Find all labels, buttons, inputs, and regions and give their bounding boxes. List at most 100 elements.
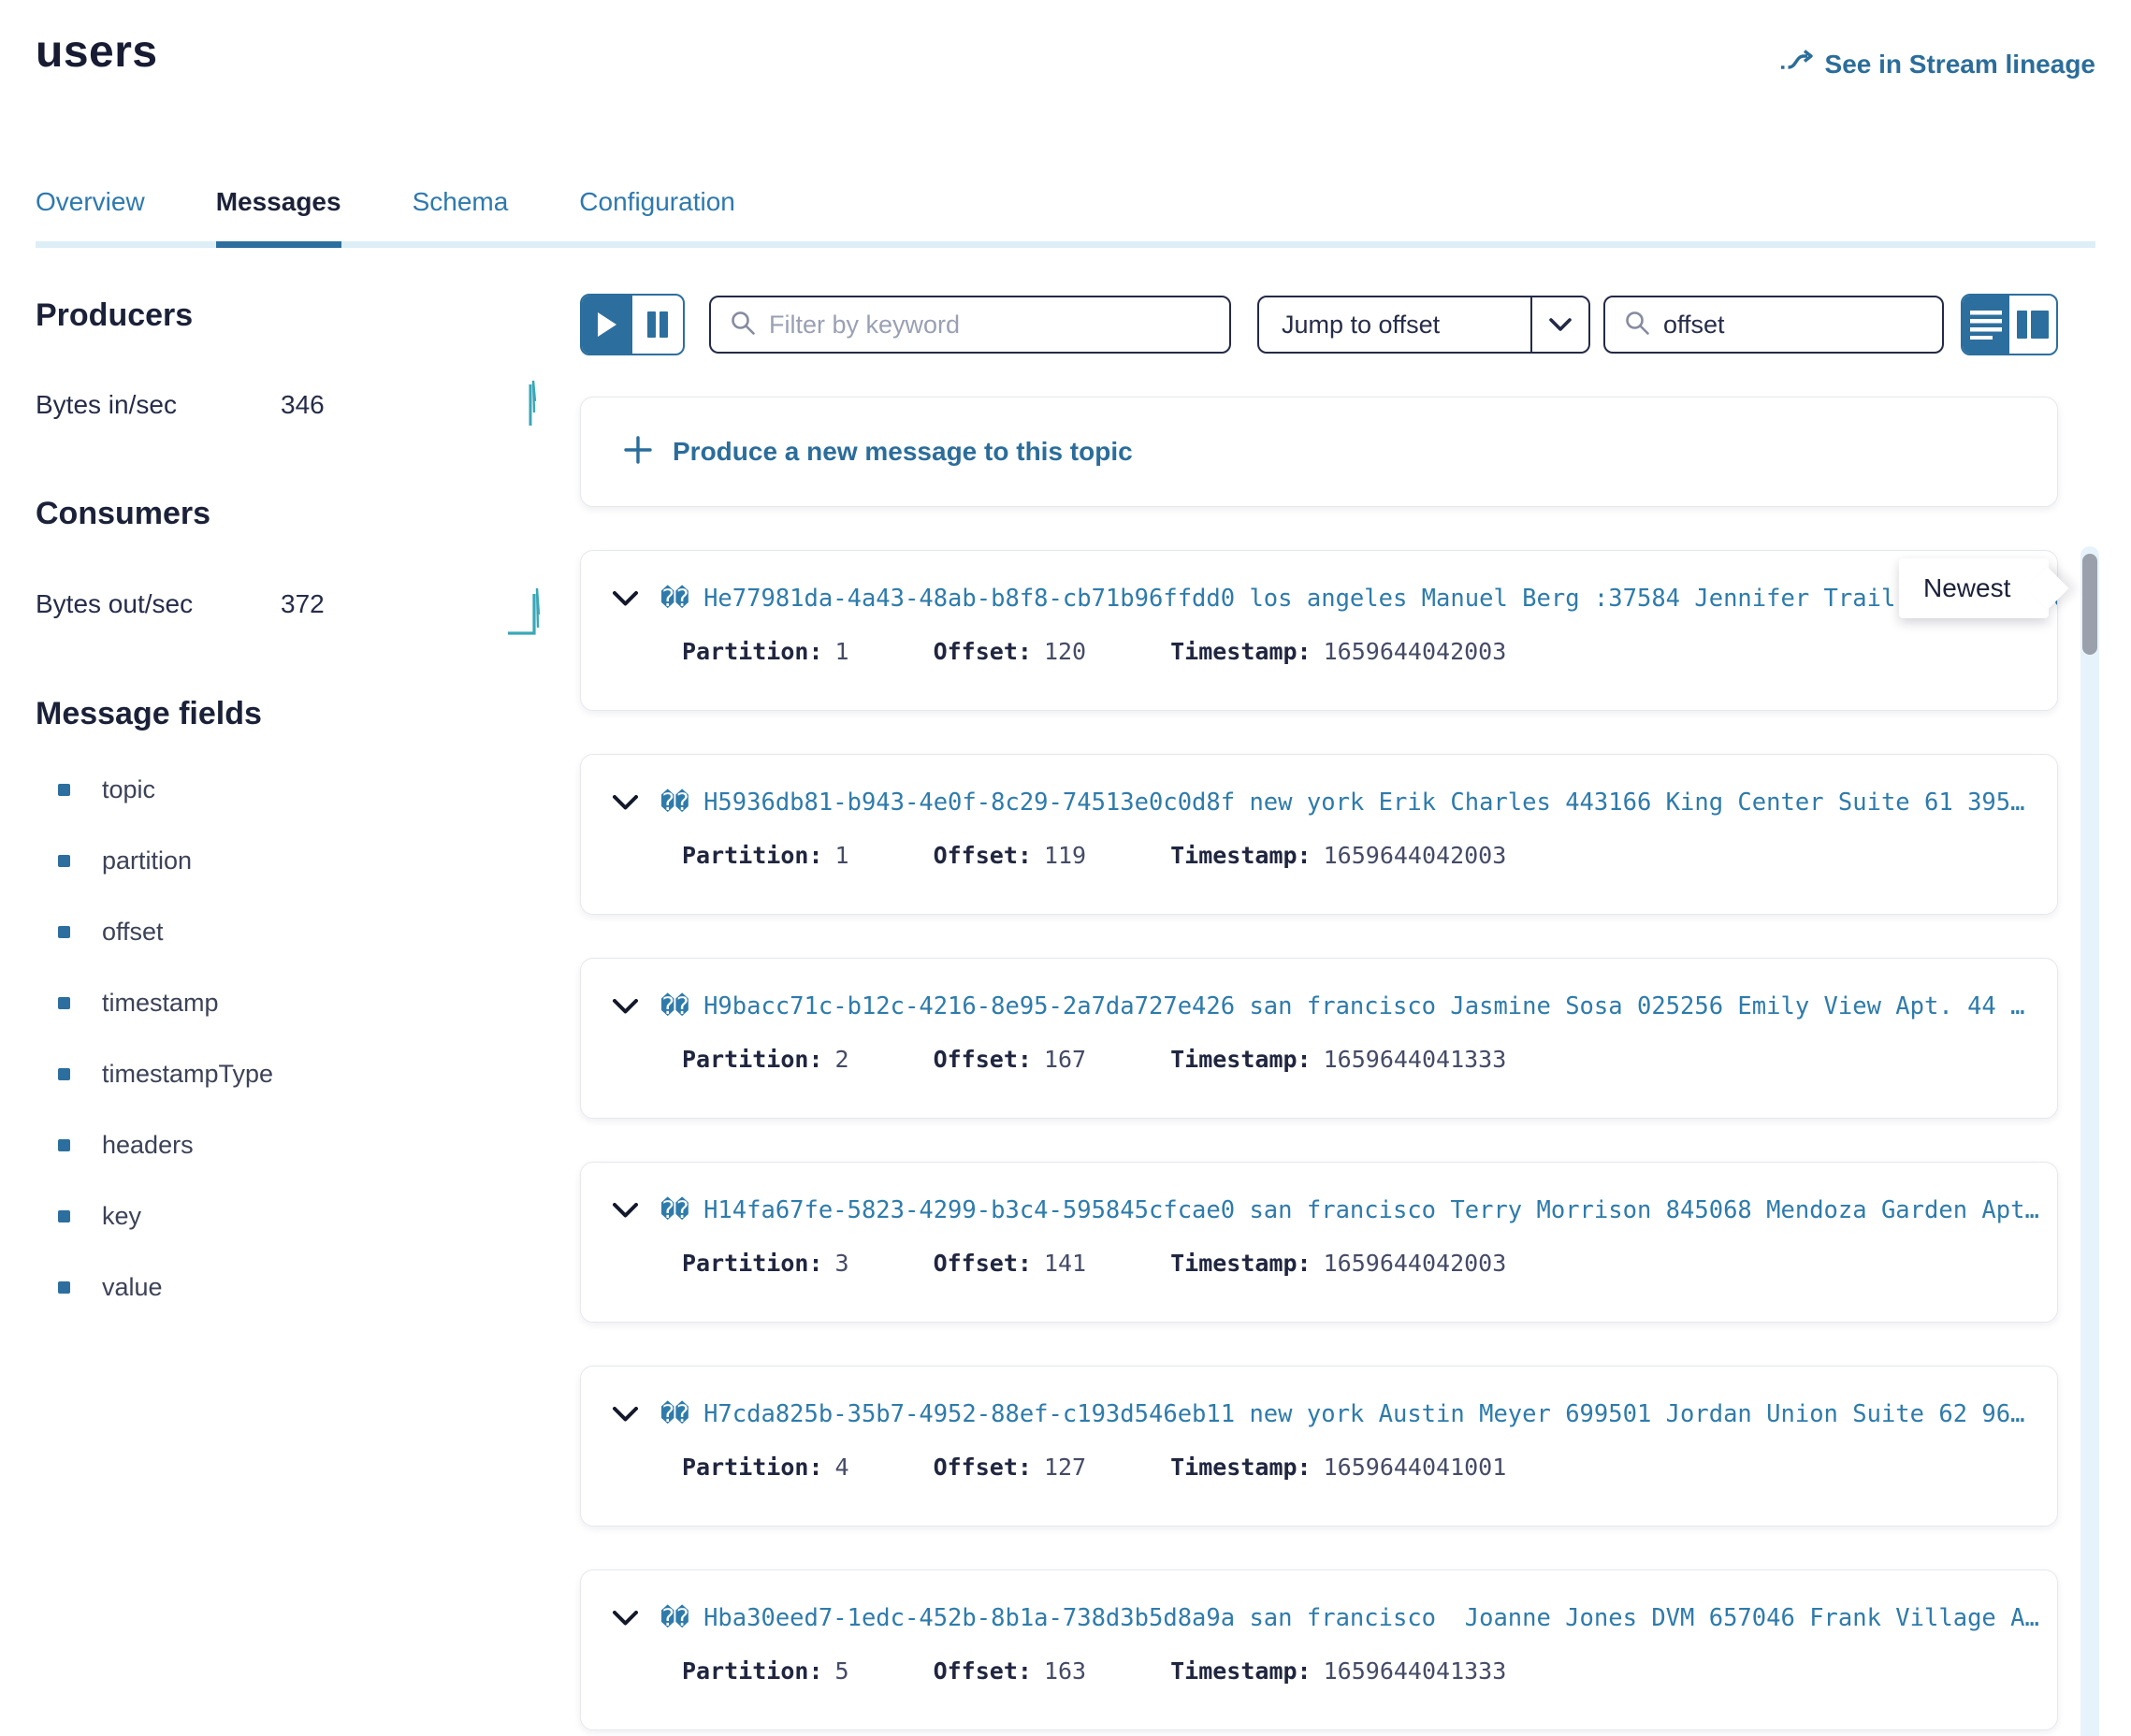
field-item-timestampType[interactable]: timestampType	[58, 1060, 552, 1089]
timestamp-value: 1659644041001	[1324, 1454, 1507, 1481]
stream-lineage-label: See in Stream lineage	[1825, 50, 2095, 80]
bytes-in-sparkline	[513, 373, 552, 436]
message-key: H7cda825b-35b7-4952-88ef-c193d546eb11 ne…	[703, 1400, 2024, 1428]
partition-value: 5	[835, 1657, 849, 1685]
jump-to-offset-select[interactable]: Jump to offset	[1257, 296, 1590, 354]
field-bullet-icon	[58, 1281, 70, 1294]
timestamp-label: Timestamp:	[1170, 1454, 1312, 1481]
offset-search-input[interactable]	[1663, 311, 1923, 340]
column-view-button[interactable]	[2009, 296, 2056, 354]
chevron-down-icon[interactable]	[1530, 297, 1588, 352]
newest-indicator-tooltip: Newest	[1899, 558, 2049, 618]
timestamp-label: Timestamp:	[1170, 1046, 1312, 1073]
binary-prefix: ��	[660, 992, 703, 1020]
produce-message-label: Produce a new message to this topic	[673, 437, 1133, 467]
partition-label: Partition:	[682, 1454, 823, 1481]
chevron-down-icon[interactable]	[613, 795, 638, 811]
offset-label: Offset:	[934, 842, 1032, 869]
message-fields-list: topic partition offset timestamp timesta…	[36, 775, 552, 1302]
field-label: key	[102, 1202, 141, 1231]
newest-label: Newest	[1923, 573, 2010, 603]
message-row[interactable]: �� H14fa67fe-5823-4299-b3c4-595845cfcae0…	[580, 1162, 2058, 1323]
filter-input[interactable]	[769, 311, 1210, 340]
message-meta: Partition:5Offset:163Timestamp:165964404…	[682, 1657, 2057, 1685]
chevron-down-icon[interactable]	[613, 1611, 638, 1627]
field-label: headers	[102, 1131, 194, 1160]
tab-schema[interactable]: Schema	[413, 187, 509, 241]
partition-label: Partition:	[682, 1250, 823, 1277]
chevron-down-icon[interactable]	[613, 1203, 638, 1219]
message-row[interactable]: �� Hba30eed7-1edc-452b-8b1a-738d3b5d8a9a…	[580, 1570, 2058, 1730]
produce-message-button[interactable]: Produce a new message to this topic	[580, 397, 2058, 507]
stream-lineage-link[interactable]: See in Stream lineage	[1780, 49, 2095, 80]
chevron-down-icon[interactable]	[613, 999, 638, 1015]
field-label: timestamp	[102, 989, 219, 1018]
message-row[interactable]: �� He77981da-4a43-48ab-b8f8-cb71b96ffdd0…	[580, 550, 2058, 711]
timestamp-value: 1659644042003	[1324, 638, 1507, 665]
field-item-topic[interactable]: topic	[58, 775, 552, 804]
timestamp-label: Timestamp:	[1170, 842, 1312, 869]
play-button[interactable]	[582, 296, 632, 354]
search-icon	[1624, 310, 1650, 340]
field-item-key[interactable]: key	[58, 1202, 552, 1231]
field-label: value	[102, 1273, 163, 1302]
message-row[interactable]: �� H5936db81-b943-4e0f-8c29-74513e0c0d8f…	[580, 754, 2058, 915]
message-row[interactable]: �� H7cda825b-35b7-4952-88ef-c193d546eb11…	[580, 1366, 2058, 1526]
timestamp-label: Timestamp:	[1170, 1657, 1312, 1685]
tab-overview[interactable]: Overview	[36, 187, 145, 241]
timestamp-value: 1659644041333	[1324, 1046, 1507, 1073]
message-row[interactable]: �� H9bacc71c-b12c-4216-8e95-2a7da727e426…	[580, 958, 2058, 1119]
list-view-button[interactable]	[1963, 296, 2009, 354]
chevron-down-icon[interactable]	[613, 591, 638, 607]
sidebar: Producers Bytes in/sec 346 Consumers Byt…	[36, 297, 552, 1344]
field-item-partition[interactable]: partition	[58, 846, 552, 875]
message-list: �� He77981da-4a43-48ab-b8f8-cb71b96ffdd0…	[580, 550, 2058, 1730]
offset-label: Offset:	[934, 1454, 1032, 1481]
play-pause-control	[580, 294, 685, 355]
bytes-out-metric: Bytes out/sec 372	[36, 571, 552, 636]
offset-label: Offset:	[934, 1657, 1032, 1685]
bytes-in-label: Bytes in/sec	[36, 390, 281, 420]
field-item-timestamp[interactable]: timestamp	[58, 989, 552, 1018]
field-label: timestampType	[102, 1060, 273, 1089]
topic-tabs: Overview Messages Schema Configuration	[36, 187, 2095, 248]
messages-toolbar: Jump to offset	[580, 294, 2058, 355]
offset-value: 141	[1044, 1250, 1086, 1277]
bytes-out-sparkline	[507, 581, 552, 645]
offset-label: Offset:	[934, 1046, 1032, 1073]
offset-value: 167	[1044, 1046, 1086, 1073]
bytes-out-label: Bytes out/sec	[36, 589, 281, 619]
message-meta: Partition:1Offset:120Timestamp:165964404…	[682, 638, 2057, 665]
scrollbar-track[interactable]	[2080, 546, 2099, 1736]
tab-messages[interactable]: Messages	[216, 187, 341, 241]
field-label: topic	[102, 775, 155, 804]
message-key: H9bacc71c-b12c-4216-8e95-2a7da727e426 sa…	[703, 992, 2024, 1020]
pause-button[interactable]	[632, 296, 683, 354]
offset-label: Offset:	[934, 638, 1032, 665]
offset-value: 120	[1044, 638, 1086, 665]
offset-value: 163	[1044, 1657, 1086, 1685]
timestamp-label: Timestamp:	[1170, 1250, 1312, 1277]
view-mode-toggle	[1961, 294, 2058, 355]
page-title: users	[36, 26, 158, 78]
partition-value: 4	[835, 1454, 849, 1481]
binary-prefix: ��	[660, 585, 703, 613]
partition-label: Partition:	[682, 638, 823, 665]
field-item-headers[interactable]: headers	[58, 1131, 552, 1160]
tab-configuration[interactable]: Configuration	[579, 187, 735, 241]
message-key: He77981da-4a43-48ab-b8f8-cb71b96ffdd0 lo…	[703, 585, 2057, 613]
scrollbar-thumb[interactable]	[2082, 554, 2097, 655]
chevron-down-icon[interactable]	[613, 1407, 638, 1423]
message-meta: Partition:1Offset:119Timestamp:165964404…	[682, 842, 2057, 869]
stream-lineage-icon	[1780, 49, 1814, 80]
message-meta: Partition:4Offset:127Timestamp:165964404…	[682, 1454, 2057, 1481]
partition-label: Partition:	[682, 1046, 823, 1073]
field-item-value[interactable]: value	[58, 1273, 552, 1302]
message-key: H14fa67fe-5823-4299-b3c4-595845cfcae0 sa…	[703, 1196, 2039, 1224]
field-item-offset[interactable]: offset	[58, 918, 552, 947]
plus-icon	[624, 436, 652, 469]
offset-value: 119	[1044, 842, 1086, 869]
field-bullet-icon	[58, 1068, 70, 1080]
message-fields-heading: Message fields	[36, 696, 552, 732]
binary-prefix: ��	[660, 788, 703, 817]
